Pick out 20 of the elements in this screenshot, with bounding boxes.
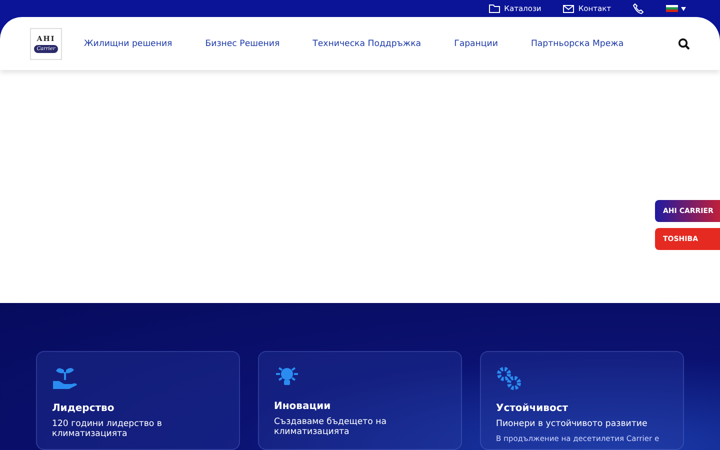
envelope-icon	[563, 4, 574, 12]
nav-link[interactable]: Партньорска Мрежа	[530, 38, 624, 48]
nav-link[interactable]: Гаранции	[454, 38, 498, 48]
search-icon[interactable]	[678, 38, 690, 50]
feature-subtitle: 120 години лидерство в климатизацията	[52, 419, 163, 440]
caret-icon[interactable]	[681, 6, 686, 10]
feature-title: Лидерство	[52, 403, 116, 414]
nav-link[interactable]: Бизнес Решения	[205, 38, 280, 48]
phone-icon[interactable]	[633, 3, 644, 14]
flag-icon[interactable]	[666, 5, 678, 12]
feature-subtitle: Пионери в устойчивото развитие	[496, 419, 648, 430]
feature-title: Устойчивост	[496, 403, 570, 414]
lightbulb-icon	[274, 366, 300, 388]
gears-icon	[496, 366, 522, 390]
hand-plant-icon	[52, 366, 78, 390]
folder-icon	[489, 4, 500, 13]
nav-link[interactable]: Жилищни решения	[84, 38, 172, 48]
feature-title: Иновации	[274, 401, 332, 412]
feature-subtitle: Създаваме бъдещето на климатизацията	[274, 417, 388, 438]
nav-link[interactable]: Техническа Поддръжка	[312, 38, 422, 48]
